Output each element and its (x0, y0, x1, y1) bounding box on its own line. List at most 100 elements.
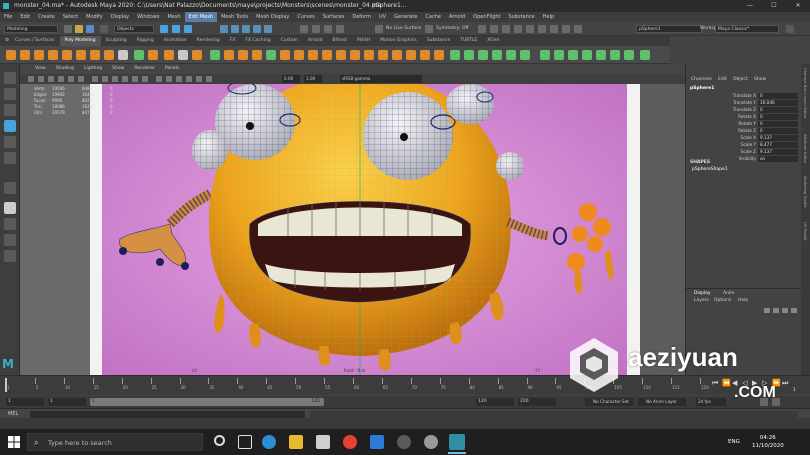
reduce-icon[interactable] (434, 50, 444, 60)
layout-side-icon[interactable] (4, 234, 16, 246)
shelf-tab-fx-caching[interactable]: FX Caching (240, 36, 275, 46)
file-explorer-icon[interactable] (289, 435, 303, 449)
move-tool-icon[interactable] (4, 120, 16, 132)
fps-dropdown[interactable]: 24 fps (696, 398, 726, 406)
shelf-tab-rigging[interactable]: Rigging (132, 36, 159, 46)
mirror-icon[interactable] (336, 50, 346, 60)
textured-icon[interactable] (122, 76, 128, 82)
windows-start-icon[interactable] (8, 436, 20, 448)
flip-uv-icon[interactable] (610, 50, 620, 60)
collapse-icon[interactable] (406, 50, 416, 60)
shelf-tab-poly-modeling[interactable]: Poly Modeling (59, 36, 101, 46)
shelf-tab-xgen[interactable]: XGen (482, 36, 504, 46)
edge-icon[interactable] (262, 435, 276, 449)
shelf-tab-arnold[interactable]: Arnold (303, 36, 328, 46)
select-object-icon[interactable] (172, 25, 180, 33)
layer-tab-anim[interactable]: Anim (723, 291, 735, 296)
attr-translate-z[interactable]: Translate Z0 (686, 107, 802, 114)
single-view-icon[interactable] (4, 182, 16, 194)
poly-cube-icon[interactable] (20, 50, 30, 60)
object-name-field[interactable]: pSphere1 (636, 25, 702, 33)
live-surface-icon[interactable] (375, 25, 383, 33)
save-scene-icon[interactable] (86, 25, 94, 33)
shelf-tab-bifrost[interactable]: Bifrost (327, 36, 352, 46)
lights-icon[interactable] (132, 76, 138, 82)
anim-layer-dropdown[interactable]: No Anim Layer (638, 398, 686, 406)
display-icon[interactable] (526, 25, 534, 33)
menu-display[interactable]: Display (107, 12, 133, 22)
side-tab-attribute-editor[interactable]: Attribute Editor (803, 134, 808, 163)
camera-attrs-icon[interactable] (28, 76, 34, 82)
image-plane-icon[interactable] (48, 76, 54, 82)
tab-show[interactable]: Show (754, 77, 766, 82)
cylindrical-map-icon[interactable] (478, 50, 488, 60)
playback-end-field[interactable]: 120 (476, 398, 514, 406)
lasso-tool-icon[interactable] (4, 88, 16, 100)
shelf-tab-mash[interactable]: MASH (352, 36, 375, 46)
selection-mode-dropdown[interactable]: Objects (114, 25, 154, 33)
render-view-icon[interactable] (478, 25, 486, 33)
isolate-icon[interactable] (186, 76, 192, 82)
snap-surface-icon[interactable] (264, 25, 272, 33)
tab-edit[interactable]: Edit (718, 77, 727, 82)
menu-curves[interactable]: Curves (293, 12, 318, 22)
wireframe-on-shaded-icon[interactable] (112, 76, 118, 82)
live-surface-label[interactable]: No Live Surface (386, 25, 421, 33)
shelf-tab-fx[interactable]: FX (225, 36, 241, 46)
new-layer-selected-icon[interactable] (773, 308, 779, 313)
layout-uv-icon[interactable] (540, 50, 550, 60)
language-indicator[interactable]: ENG (728, 439, 740, 445)
viewport[interactable]: 20 15 80 40 front - 9 m (20, 84, 685, 375)
menu-windows[interactable]: Windows (133, 12, 163, 22)
gamma-field[interactable]: 1.00 (304, 75, 322, 83)
auto-map-icon[interactable] (506, 50, 516, 60)
snap-point-icon[interactable] (242, 25, 250, 33)
menu-cache[interactable]: Cache (421, 12, 445, 22)
bookmark-icon[interactable] (38, 76, 44, 82)
cut-uv-icon[interactable] (554, 50, 564, 60)
attr-scale-y[interactable]: Scale Y 8.477 (686, 142, 802, 149)
poke-icon[interactable] (392, 50, 402, 60)
arnold-render-icon[interactable] (502, 25, 510, 33)
unfold-icon[interactable] (520, 50, 530, 60)
attr-translate-x[interactable]: Translate X0 (686, 93, 802, 100)
chrome-icon[interactable] (343, 435, 357, 449)
panel-menu-renderer[interactable]: Renderer (129, 64, 160, 74)
shelf-tab-animation[interactable]: Animation (159, 36, 192, 46)
tab-object[interactable]: Object (733, 77, 748, 82)
attr-rotate-z[interactable]: Rotate Z0 (686, 128, 802, 135)
cortana-icon[interactable] (214, 435, 225, 446)
panel-menu-show[interactable]: Show (107, 64, 129, 74)
multi-cut-icon[interactable] (280, 50, 290, 60)
wireframe-icon[interactable] (92, 76, 98, 82)
texel-density-icon[interactable] (640, 50, 650, 60)
panel-menu-lighting[interactable]: Lighting (79, 64, 107, 74)
panel-menu-panels[interactable]: Panels (160, 64, 184, 74)
layout-single-icon[interactable] (4, 202, 16, 214)
shadows-icon[interactable] (142, 76, 148, 82)
object-name[interactable]: pSphere1 (690, 86, 714, 91)
target-weld-icon[interactable] (350, 50, 360, 60)
poly-cone-icon[interactable] (48, 50, 58, 60)
time-slider[interactable]: 1 5 10 15 20 25 30 35 40 45 50 55 60 65 70 75 80 85 90 95 10… (0, 375, 810, 395)
paint-select-icon[interactable] (4, 104, 16, 116)
rig-icon[interactable] (550, 25, 558, 33)
menu-file[interactable]: File (0, 12, 16, 22)
rotate-uv-icon[interactable] (624, 50, 634, 60)
rotate-tool-icon[interactable] (4, 136, 16, 148)
ssao-icon[interactable] (156, 76, 162, 82)
move-layer-down-icon[interactable] (791, 308, 797, 313)
grid-toggle-icon[interactable] (58, 76, 64, 82)
panel-menu-shading[interactable]: Shading (51, 64, 79, 74)
anti-alias-icon[interactable] (176, 76, 182, 82)
side-tab-channel-box[interactable]: Channel Box / Layer Editor (803, 68, 808, 119)
film-gate-icon[interactable] (68, 76, 74, 82)
maya-taskbar-icon[interactable] (449, 434, 465, 450)
fill-hole-icon[interactable] (238, 50, 248, 60)
shelf-tab-motion-graphics[interactable]: Motion Graphics (375, 36, 422, 46)
new-scene-icon[interactable] (64, 25, 72, 33)
poly-disc-icon[interactable] (90, 50, 100, 60)
bevel-icon[interactable] (224, 50, 234, 60)
attr-scale-x[interactable]: Scale X 9.137 (686, 135, 802, 142)
character-set-dropdown[interactable]: No Character Set (585, 398, 633, 406)
